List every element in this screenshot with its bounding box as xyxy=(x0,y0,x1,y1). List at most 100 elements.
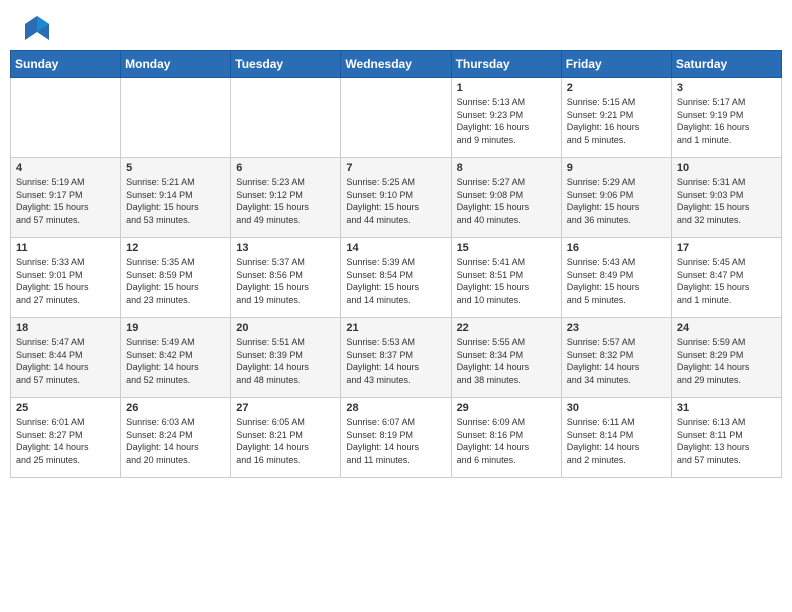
calendar-cell xyxy=(121,78,231,158)
day-number: 7 xyxy=(346,162,445,174)
day-info: Sunrise: 5:25 AM Sunset: 9:10 PM Dayligh… xyxy=(346,176,445,226)
day-number: 21 xyxy=(346,322,445,334)
calendar-cell xyxy=(341,78,451,158)
calendar-cell: 20Sunrise: 5:51 AM Sunset: 8:39 PM Dayli… xyxy=(231,318,341,398)
calendar-cell: 25 Sunrise: 6:01 AM Sunset: 8:27 PM Dayli… xyxy=(11,398,121,478)
calendar-cell: 13 Sunrise: 5:37 AM Sunset: 8:56 PM Dayli… xyxy=(231,238,341,318)
day-info: Sunrise: 5:47 AM Sunset: 8:44 PM Dayligh… xyxy=(16,336,115,386)
day-info: Sunrise: 5:55 AM Sunset: 8:34 PM Dayligh… xyxy=(457,336,556,386)
day-number: 11 xyxy=(16,242,115,254)
day-info: Sunrise: 6:05 AM Sunset: 8:21 PM Dayligh… xyxy=(236,416,335,466)
calendar-week-row: 11 Sunrise: 5:33 AM Sunset: 9:01 PM Dayli… xyxy=(11,238,782,318)
day-number: 2 xyxy=(567,82,666,94)
day-info: Sunrise: 5:53 AM Sunset: 8:37 PM Dayligh… xyxy=(346,336,445,386)
day-info: Sunrise: 5:57 AM Sunset: 8:32 PM Dayligh… xyxy=(567,336,666,386)
day-number: 31 xyxy=(677,402,776,414)
day-info: Sunrise: 5:27 AM Sunset: 9:08 PM Dayligh… xyxy=(457,176,556,226)
calendar-cell: 10 Sunrise: 5:31 AM Sunset: 9:03 PM Dayli… xyxy=(671,158,781,238)
calendar-cell: 21 Sunrise: 5:53 AM Sunset: 8:37 PM Dayli… xyxy=(341,318,451,398)
day-number: 19 xyxy=(126,322,225,334)
day-number: 24 xyxy=(677,322,776,334)
day-number: 27 xyxy=(236,402,335,414)
calendar-cell: 22 Sunrise: 5:55 AM Sunset: 8:34 PM Dayli… xyxy=(451,318,561,398)
day-info: Sunrise: 5:59 AM Sunset: 8:29 PM Dayligh… xyxy=(677,336,776,386)
day-number: 6 xyxy=(236,162,335,174)
calendar-cell: 23 Sunrise: 5:57 AM Sunset: 8:32 PM Dayli… xyxy=(561,318,671,398)
calendar-cell: 4 Sunrise: 5:19 AM Sunset: 9:17 PM Daylig… xyxy=(11,158,121,238)
calendar-cell: 12 Sunrise: 5:35 AM Sunset: 8:59 PM Dayli… xyxy=(121,238,231,318)
day-info: Sunrise: 5:19 AM Sunset: 9:17 PM Dayligh… xyxy=(16,176,115,226)
calendar-cell: 29 Sunrise: 6:09 AM Sunset: 8:16 PM Dayli… xyxy=(451,398,561,478)
day-number: 26 xyxy=(126,402,225,414)
calendar-week-row: 1Sunrise: 5:13 AM Sunset: 9:23 PM Daylig… xyxy=(11,78,782,158)
calendar-cell: 9Sunrise: 5:29 AM Sunset: 9:06 PM Daylig… xyxy=(561,158,671,238)
day-info: Sunrise: 5:49 AM Sunset: 8:42 PM Dayligh… xyxy=(126,336,225,386)
day-number: 29 xyxy=(457,402,556,414)
weekday-header-monday: Monday xyxy=(121,51,231,78)
day-number: 18 xyxy=(16,322,115,334)
calendar-cell: 1Sunrise: 5:13 AM Sunset: 9:23 PM Daylig… xyxy=(451,78,561,158)
calendar-cell: 2 Sunrise: 5:15 AM Sunset: 9:21 PM Daylig… xyxy=(561,78,671,158)
day-info: Sunrise: 5:21 AM Sunset: 9:14 PM Dayligh… xyxy=(126,176,225,226)
logo xyxy=(18,14,51,42)
calendar-cell: 17 Sunrise: 5:45 AM Sunset: 8:47 PM Dayli… xyxy=(671,238,781,318)
day-info: Sunrise: 6:11 AM Sunset: 8:14 PM Dayligh… xyxy=(567,416,666,466)
weekday-header-wednesday: Wednesday xyxy=(341,51,451,78)
day-number: 22 xyxy=(457,322,556,334)
weekday-header-thursday: Thursday xyxy=(451,51,561,78)
day-number: 16 xyxy=(567,242,666,254)
calendar-cell: 7 Sunrise: 5:25 AM Sunset: 9:10 PM Daylig… xyxy=(341,158,451,238)
calendar-cell: 24 Sunrise: 5:59 AM Sunset: 8:29 PM Dayli… xyxy=(671,318,781,398)
day-number: 30 xyxy=(567,402,666,414)
calendar-cell xyxy=(11,78,121,158)
day-number: 28 xyxy=(346,402,445,414)
calendar-week-row: 25 Sunrise: 6:01 AM Sunset: 8:27 PM Dayli… xyxy=(11,398,782,478)
day-number: 14 xyxy=(346,242,445,254)
calendar-cell: 27 Sunrise: 6:05 AM Sunset: 8:21 PM Dayli… xyxy=(231,398,341,478)
day-info: Sunrise: 5:29 AM Sunset: 9:06 PM Dayligh… xyxy=(567,176,666,226)
calendar-week-row: 18 Sunrise: 5:47 AM Sunset: 8:44 PM Dayli… xyxy=(11,318,782,398)
day-info: Sunrise: 6:01 AM Sunset: 8:27 PM Dayligh… xyxy=(16,416,115,466)
day-number: 13 xyxy=(236,242,335,254)
weekday-header-row: SundayMondayTuesdayWednesdayThursdayFrid… xyxy=(11,51,782,78)
calendar-cell: 30 Sunrise: 6:11 AM Sunset: 8:14 PM Dayli… xyxy=(561,398,671,478)
day-info: Sunrise: 5:45 AM Sunset: 8:47 PM Dayligh… xyxy=(677,256,776,306)
calendar-cell: 18 Sunrise: 5:47 AM Sunset: 8:44 PM Dayli… xyxy=(11,318,121,398)
calendar-cell: 14Sunrise: 5:39 AM Sunset: 8:54 PM Dayli… xyxy=(341,238,451,318)
day-number: 3 xyxy=(677,82,776,94)
weekday-header-sunday: Sunday xyxy=(11,51,121,78)
day-info: Sunrise: 5:31 AM Sunset: 9:03 PM Dayligh… xyxy=(677,176,776,226)
logo-icon xyxy=(23,14,51,42)
weekday-header-friday: Friday xyxy=(561,51,671,78)
day-info: Sunrise: 5:51 AM Sunset: 8:39 PM Dayligh… xyxy=(236,336,335,386)
calendar-cell: 6 Sunrise: 5:23 AM Sunset: 9:12 PM Daylig… xyxy=(231,158,341,238)
day-info: Sunrise: 5:41 AM Sunset: 8:51 PM Dayligh… xyxy=(457,256,556,306)
day-info: Sunrise: 6:03 AM Sunset: 8:24 PM Dayligh… xyxy=(126,416,225,466)
day-number: 8 xyxy=(457,162,556,174)
day-number: 10 xyxy=(677,162,776,174)
page-header xyxy=(0,0,792,50)
calendar-cell xyxy=(231,78,341,158)
day-number: 17 xyxy=(677,242,776,254)
weekday-header-saturday: Saturday xyxy=(671,51,781,78)
day-info: Sunrise: 5:15 AM Sunset: 9:21 PM Dayligh… xyxy=(567,96,666,146)
calendar-cell: 26 Sunrise: 6:03 AM Sunset: 8:24 PM Dayli… xyxy=(121,398,231,478)
day-number: 25 xyxy=(16,402,115,414)
day-number: 12 xyxy=(126,242,225,254)
calendar-week-row: 4 Sunrise: 5:19 AM Sunset: 9:17 PM Daylig… xyxy=(11,158,782,238)
day-info: Sunrise: 5:35 AM Sunset: 8:59 PM Dayligh… xyxy=(126,256,225,306)
day-info: Sunrise: 6:07 AM Sunset: 8:19 PM Dayligh… xyxy=(346,416,445,466)
calendar-table: SundayMondayTuesdayWednesdayThursdayFrid… xyxy=(10,50,782,478)
day-info: Sunrise: 5:33 AM Sunset: 9:01 PM Dayligh… xyxy=(16,256,115,306)
day-info: Sunrise: 5:37 AM Sunset: 8:56 PM Dayligh… xyxy=(236,256,335,306)
day-info: Sunrise: 5:23 AM Sunset: 9:12 PM Dayligh… xyxy=(236,176,335,226)
calendar-cell: 31Sunrise: 6:13 AM Sunset: 8:11 PM Dayli… xyxy=(671,398,781,478)
day-number: 4 xyxy=(16,162,115,174)
weekday-header-tuesday: Tuesday xyxy=(231,51,341,78)
day-info: Sunrise: 6:09 AM Sunset: 8:16 PM Dayligh… xyxy=(457,416,556,466)
day-number: 23 xyxy=(567,322,666,334)
calendar-cell: 3 Sunrise: 5:17 AM Sunset: 9:19 PM Daylig… xyxy=(671,78,781,158)
day-info: Sunrise: 5:17 AM Sunset: 9:19 PM Dayligh… xyxy=(677,96,776,146)
day-number: 1 xyxy=(457,82,556,94)
calendar-cell: 5Sunrise: 5:21 AM Sunset: 9:14 PM Daylig… xyxy=(121,158,231,238)
